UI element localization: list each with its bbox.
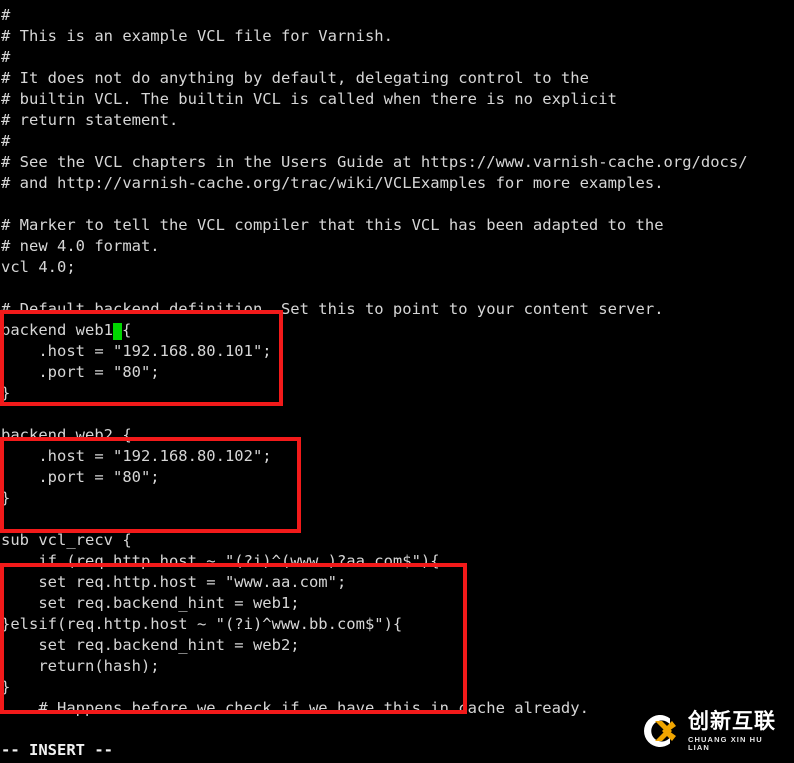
- code-line[interactable]: backend web2 {: [0, 425, 748, 446]
- watermark-brand-pinyin: CHUANG XIN HU LIAN: [688, 735, 763, 752]
- code-line[interactable]: if (req.http.host ~ "(?i)^(www.)?aa.com$…: [0, 551, 748, 572]
- code-line[interactable]: }elsif(req.http.host ~ "(?i)^www.bb.com$…: [0, 614, 748, 635]
- code-line[interactable]: backend web1 {: [0, 320, 748, 341]
- vim-editor-pane[interactable]: # # This is an example VCL file for Varni…: [0, 0, 794, 763]
- code-line[interactable]: # Default backend definition. Set this t…: [0, 299, 748, 320]
- code-line[interactable]: # See the VCL chapters in the Users Guid…: [0, 152, 748, 173]
- code-line[interactable]: .host = "192.168.80.101";: [0, 341, 748, 362]
- code-line[interactable]: # return statement.: [0, 110, 748, 131]
- code-line[interactable]: # new 4.0 format.: [0, 236, 748, 257]
- vim-status-line: -- INSERT --: [1, 741, 113, 759]
- code-line[interactable]: .host = "192.168.80.102";: [0, 446, 748, 467]
- terminal-screen: # # This is an example VCL file for Varni…: [0, 0, 794, 763]
- code-line[interactable]: [0, 509, 748, 530]
- code-line[interactable]: set req.http.host = "www.aa.com";: [0, 572, 748, 593]
- code-line[interactable]: }: [0, 383, 748, 404]
- code-line[interactable]: [0, 278, 748, 299]
- code-line[interactable]: set req.backend_hint = web2;: [0, 635, 748, 656]
- code-text: {: [121, 321, 132, 339]
- code-line[interactable]: .port = "80";: [0, 362, 748, 383]
- code-line[interactable]: #: [0, 47, 748, 68]
- code-line[interactable]: # and http://varnish-cache.org/trac/wiki…: [0, 173, 748, 194]
- code-line[interactable]: vcl 4.0;: [0, 257, 748, 278]
- code-line[interactable]: # It does not do anything by default, de…: [0, 68, 748, 89]
- code-line[interactable]: set req.backend_hint = web1;: [0, 593, 748, 614]
- code-line[interactable]: }: [0, 677, 748, 698]
- code-line[interactable]: sub vcl_recv {: [0, 530, 748, 551]
- code-line[interactable]: }: [0, 488, 748, 509]
- code-line[interactable]: # Happens before we check if we have thi…: [0, 698, 748, 719]
- vcl-source-code[interactable]: # # This is an example VCL file for Varni…: [0, 5, 748, 719]
- code-line[interactable]: # This is an example VCL file for Varnis…: [0, 26, 748, 47]
- chuangxin-hulian-logo-icon: [638, 709, 682, 753]
- code-line[interactable]: # builtin VCL. The builtin VCL is called…: [0, 89, 748, 110]
- code-line[interactable]: # Marker to tell the VCL compiler that t…: [0, 215, 748, 236]
- code-line[interactable]: .port = "80";: [0, 467, 748, 488]
- watermark-text: 创新互联 CHUANG XIN HU LIAN: [688, 711, 786, 751]
- code-line[interactable]: [0, 404, 748, 425]
- watermark-brand-cn: 创新互联: [688, 709, 776, 733]
- code-line[interactable]: #: [0, 5, 748, 26]
- code-line[interactable]: #: [0, 131, 748, 152]
- code-text: backend web1: [1, 321, 113, 339]
- code-line[interactable]: [0, 194, 748, 215]
- code-line[interactable]: return(hash);: [0, 656, 748, 677]
- watermark: 创新互联 CHUANG XIN HU LIAN: [638, 705, 786, 757]
- text-cursor: [112, 323, 122, 340]
